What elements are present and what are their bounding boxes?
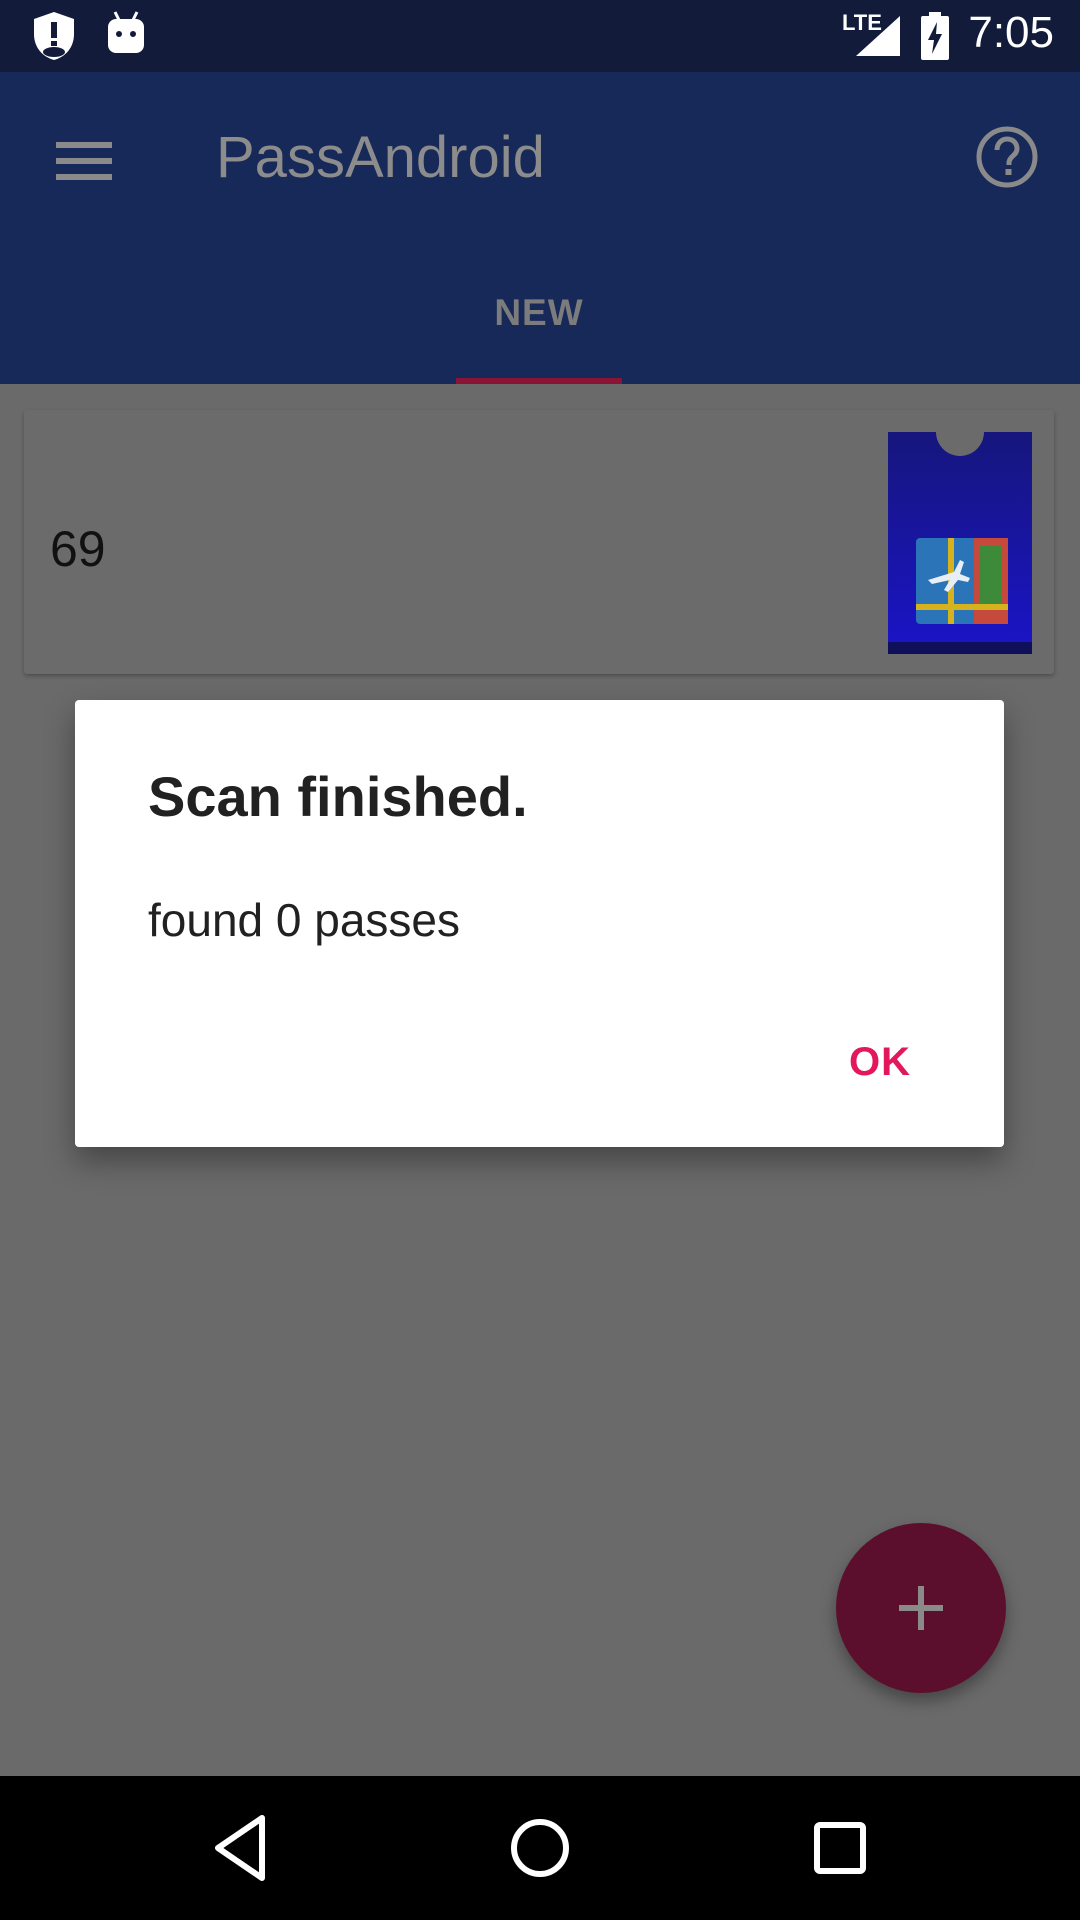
add-pass-fab[interactable] <box>836 1523 1006 1693</box>
app-bar: PassAndroid NEW <box>0 72 1080 384</box>
battery-charging-icon <box>921 12 949 60</box>
ok-button[interactable]: OK <box>815 1022 945 1102</box>
android-icon <box>108 11 144 53</box>
dialog-message: found 0 passes <box>148 894 461 946</box>
back-icon[interactable] <box>190 1798 290 1898</box>
home-icon[interactable] <box>490 1798 590 1898</box>
status-bar: LTE 7:05 <box>0 0 1080 72</box>
tab-indicator <box>456 378 622 384</box>
tab-new[interactable]: NEW <box>456 278 622 384</box>
screen: LTE 7:05 PassAndroid NEW 69 Scan finishe… <box>0 0 1080 1920</box>
shield-icon <box>34 12 74 60</box>
pass-number: 69 <box>50 521 106 577</box>
boarding-pass-icon <box>888 432 1032 654</box>
dialog-title: Scan finished. <box>148 765 528 828</box>
scan-finished-dialog: Scan finished. found 0 passes OK <box>75 700 1004 1147</box>
recents-icon[interactable] <box>790 1798 890 1898</box>
pass-card[interactable]: 69 <box>24 410 1054 674</box>
status-time: 7:05 <box>968 8 1054 57</box>
signal-icon <box>856 16 900 56</box>
help-circle-icon[interactable] <box>974 124 1040 190</box>
tab-new-label: NEW <box>494 292 584 333</box>
app-title: PassAndroid <box>216 125 545 190</box>
navigation-bar <box>0 1776 1080 1920</box>
plus-icon <box>899 1586 943 1630</box>
hamburger-menu-icon[interactable] <box>44 118 124 198</box>
